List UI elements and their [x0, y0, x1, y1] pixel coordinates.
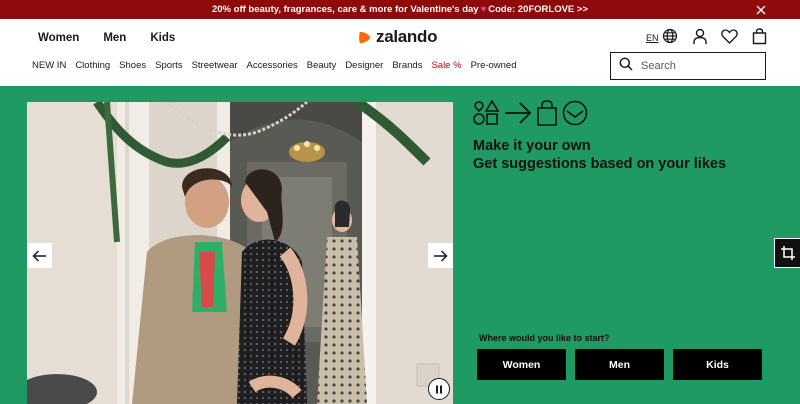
- bag-icon[interactable]: [751, 27, 769, 45]
- crop-feedback-widget[interactable]: [774, 238, 800, 268]
- gender-nav: Women Men Kids: [38, 32, 175, 44]
- gender-tab-women[interactable]: Women: [38, 32, 79, 44]
- promo-text: 20% off beauty, fragrances, care & more …: [211, 4, 479, 15]
- promo-banner[interactable]: 20% off beauty, fragrances, care & more …: [0, 0, 800, 19]
- category-nav: NEW IN Clothing Shoes Sports Streetwear …: [32, 60, 526, 71]
- category-designer[interactable]: Designer: [345, 60, 383, 71]
- carousel-next-button[interactable]: [428, 243, 453, 268]
- crop-icon: [780, 246, 795, 260]
- search-input[interactable]: [641, 60, 751, 72]
- carousel-pause-button[interactable]: [428, 378, 450, 400]
- start-buttons: Women Men Kids: [477, 349, 762, 380]
- header: Women Men Kids zalando EN: [0, 19, 800, 56]
- hero-banner: Make it your own Get suggestions based o…: [0, 86, 800, 404]
- logo-mark-icon: [359, 31, 371, 43]
- category-brands[interactable]: Brands: [392, 60, 422, 71]
- smile-icon: [562, 100, 588, 126]
- start-prompt: Where would you like to start?: [479, 333, 610, 343]
- category-sports[interactable]: Sports: [155, 60, 182, 71]
- category-accessories[interactable]: Accessories: [247, 60, 298, 71]
- category-shoes[interactable]: Shoes: [119, 60, 146, 71]
- category-streetwear[interactable]: Streetwear: [192, 60, 238, 71]
- header-actions: EN: [646, 27, 769, 45]
- gender-tab-men[interactable]: Men: [103, 32, 126, 44]
- arrow-right-icon: [434, 249, 448, 262]
- category-pre-owned[interactable]: Pre-owned: [471, 60, 517, 71]
- heart-emoji-icon: ♥: [480, 4, 487, 15]
- hero-heading-line1: Make it your own: [473, 138, 591, 154]
- shopping-bag-icon: [537, 100, 557, 126]
- hero-photo: [27, 102, 453, 404]
- zalando-logo[interactable]: zalando: [357, 27, 437, 47]
- category-sale[interactable]: Sale %: [431, 60, 461, 71]
- hero-heading-line2: Get suggestions based on your likes: [473, 156, 727, 172]
- globe-icon[interactable]: [661, 27, 679, 45]
- hero-icon-row: [472, 100, 588, 126]
- language-selector[interactable]: EN: [646, 33, 659, 43]
- user-icon[interactable]: [691, 27, 709, 45]
- start-kids-button[interactable]: Kids: [673, 349, 762, 380]
- arrow-left-icon: [32, 249, 46, 262]
- promo-code-text: Code: 20FORLOVE >>: [488, 4, 589, 15]
- hero-photo-illustration: [27, 102, 453, 404]
- heart-icon[interactable]: [721, 27, 739, 45]
- pause-icon: [436, 385, 442, 393]
- hero-heading: Make it your own Get suggestions based o…: [473, 137, 726, 173]
- gender-tab-kids[interactable]: Kids: [150, 32, 175, 44]
- logo-text: zalando: [376, 27, 438, 46]
- carousel-prev-button[interactable]: [27, 243, 52, 268]
- category-clothing[interactable]: Clothing: [75, 60, 110, 71]
- search-icon: [619, 57, 633, 76]
- shapes-icon: [473, 100, 500, 125]
- start-women-button[interactable]: Women: [477, 349, 566, 380]
- search-box[interactable]: [610, 52, 766, 80]
- start-men-button[interactable]: Men: [575, 349, 664, 380]
- category-beauty[interactable]: Beauty: [307, 60, 337, 71]
- arrow-icon: [505, 102, 532, 124]
- category-new-in[interactable]: NEW IN: [32, 60, 66, 71]
- close-icon[interactable]: [754, 0, 768, 19]
